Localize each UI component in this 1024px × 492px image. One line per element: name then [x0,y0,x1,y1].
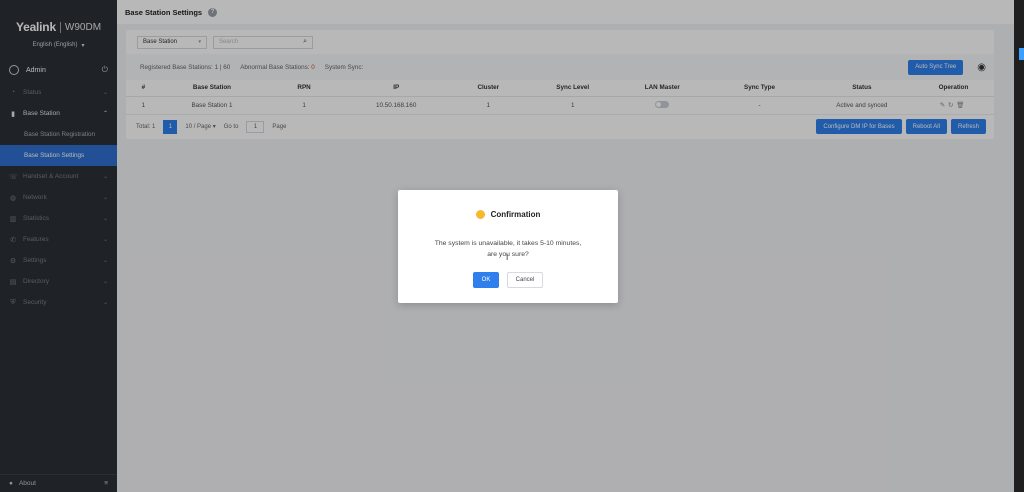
dialog-title-text: Confirmation [490,210,541,219]
ok-button[interactable]: OK [473,272,499,288]
dialog-title: Confirmation [398,210,618,219]
edge-marker [1019,48,1024,60]
dialog-message-line: The system is unavailable, it takes 5-10… [434,240,582,247]
warning-icon [475,210,485,219]
cancel-button[interactable]: Cancel [507,272,543,288]
right-edge-strip [1014,0,1024,492]
confirmation-dialog: Confirmation The system is unavailable, … [398,190,618,303]
dialog-buttons: OK Cancel [398,272,618,288]
text-cursor-icon: I [506,253,509,262]
